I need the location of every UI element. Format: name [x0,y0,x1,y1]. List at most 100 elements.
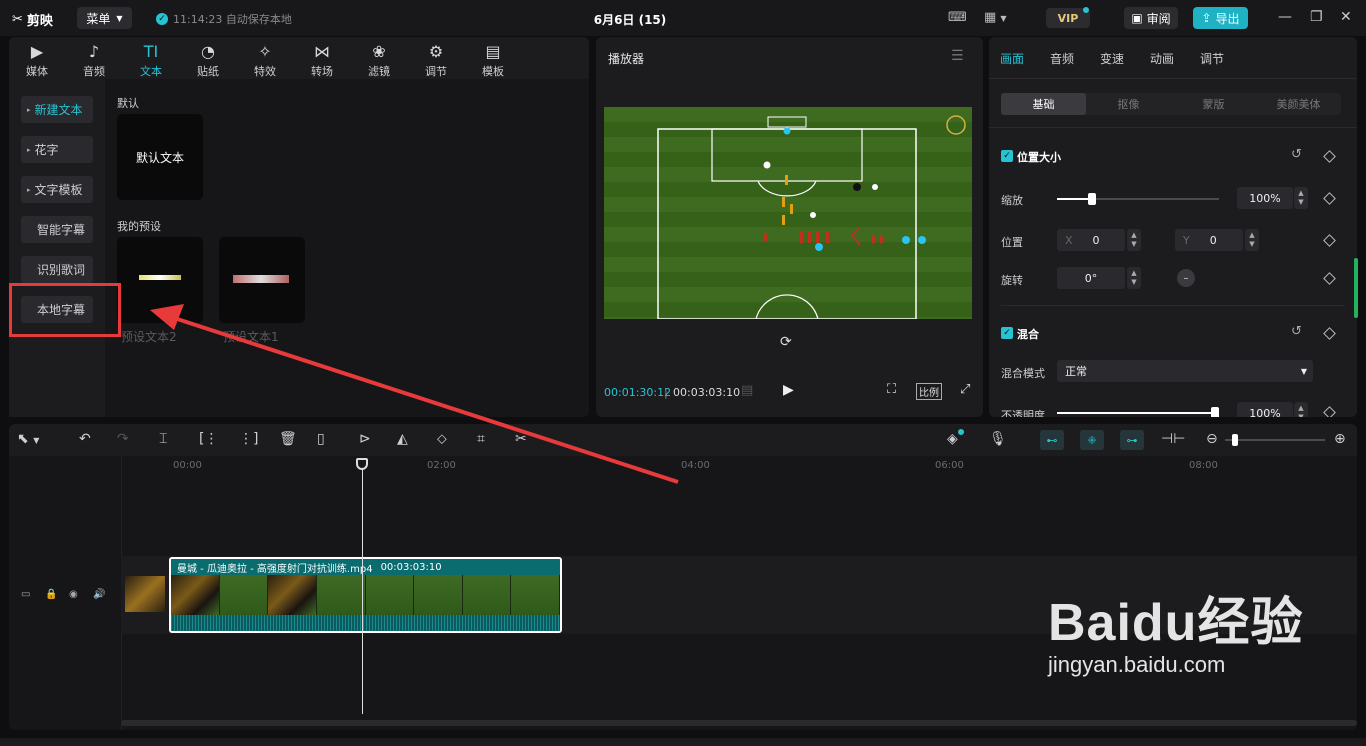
layout-icon[interactable]: ▦ ▼ [984,10,1007,25]
auto-snap-icon[interactable]: ⁜ [1080,430,1104,450]
maximize-icon[interactable]: ❐ [1310,9,1323,25]
tab-adjust[interactable]: 调节 [1200,50,1224,67]
reset-icon[interactable]: ↺ [1291,324,1302,339]
menu-lines-icon[interactable]: ☰ [951,48,964,64]
position-size-checkbox[interactable]: ✓ [1001,150,1013,162]
category-media[interactable]: ▶ 媒体 [17,41,57,79]
zoom-knob[interactable] [1232,434,1238,446]
video-preview[interactable] [604,107,972,320]
subtab-basic[interactable]: 基础 [1001,93,1086,115]
y-stepper[interactable]: ▲ ▼ [1245,229,1259,251]
magic-icon[interactable]: ◈ [947,431,958,447]
video-clip[interactable]: 曼城 - 瓜迪奥拉 - 高强度射门对抗训练.mp4 00:03:03:10 [169,557,562,633]
sidebar-new-text[interactable]: ▸ 新建文本 [21,96,93,123]
reset-icon[interactable]: ↺ [1291,147,1302,162]
playhead[interactable] [362,458,363,714]
tab-speed[interactable]: 变速 [1100,50,1124,67]
sidebar-smart-subtitle[interactable]: 智能字幕 [21,216,93,243]
undo-icon[interactable]: ↶ [79,431,91,447]
scale-slider-knob[interactable] [1088,193,1096,205]
preset-tile-1[interactable] [219,237,305,323]
category-sticker[interactable]: ◔ 贴纸 [188,41,228,79]
subtab-mask[interactable]: 蒙版 [1171,93,1256,115]
tab-video[interactable]: 画面 [1000,50,1024,67]
delete-icon[interactable]: 🗑 [279,431,297,447]
reverse-play-icon[interactable]: ⊳ [359,431,371,447]
fullscreen-icon[interactable]: ⤢ [960,382,970,397]
split-right-icon[interactable]: ⋮] [239,431,258,447]
keyframe-icon[interactable] [1323,406,1336,417]
sidebar-flower-text[interactable]: ▸ 花字 [21,136,93,163]
keyframe-icon[interactable] [1323,272,1336,285]
cover-icon[interactable]: ▭ [21,589,30,600]
blend-checkbox[interactable]: ✓ [1001,327,1013,339]
keyframe-icon[interactable] [1323,234,1336,247]
fit-icon[interactable]: ⛶ [887,382,896,397]
grid-icon[interactable]: ▤ [741,383,753,398]
close-icon[interactable]: ✕ [1340,9,1352,25]
cover-thumbnail[interactable] [125,576,165,612]
menu-button[interactable]: 菜单 ▼ [77,7,132,29]
rotate-icon[interactable]: ⬦ [437,431,447,447]
subtab-cutout[interactable]: 抠像 [1086,93,1171,115]
opacity-input[interactable]: 100% [1237,402,1293,417]
opacity-stepper[interactable]: ▲ ▼ [1294,402,1308,417]
category-template[interactable]: ▤ 模板 [473,41,513,79]
tab-animation[interactable]: 动画 [1150,50,1174,67]
play-icon[interactable]: ▶ [783,382,794,398]
sidebar-text-template[interactable]: ▸ 文字模板 [21,176,93,203]
timeline-scrollbar[interactable] [121,720,1357,726]
main-track-magnet-icon[interactable]: ⊷ [1040,430,1064,450]
minimize-icon[interactable]: — [1278,9,1292,25]
scale-stepper[interactable]: ▲ ▼ [1294,187,1308,209]
rotate-input[interactable]: 0° [1057,267,1125,289]
linkage-icon[interactable]: ⊶ [1120,430,1144,450]
split-icon[interactable]: ⌶ [159,431,167,447]
preview-axis-icon[interactable]: ⊣⊢ [1161,431,1185,447]
y-input[interactable]: Y0 [1175,229,1243,251]
export-button[interactable]: ⇪ 导出 [1193,7,1248,29]
tab-audio[interactable]: 音频 [1050,50,1074,67]
x-stepper[interactable]: ▲ ▼ [1127,229,1141,251]
zoom-out-icon[interactable]: ⊖ [1206,431,1218,447]
split-left-icon[interactable]: [⋮ [199,431,218,447]
keyframe-icon[interactable] [1323,150,1336,163]
subtab-beauty[interactable]: 美颜美体 [1256,93,1341,115]
reset-icon[interactable]: ⟳ [780,334,792,350]
category-transition[interactable]: ⋈ 转场 [302,41,342,79]
speaker-icon[interactable]: 🔊 [93,589,105,600]
eye-icon[interactable]: ◉ [69,589,78,600]
microphone-icon[interactable]: 🎙 [989,431,1007,447]
x-input[interactable]: X0 [1057,229,1125,251]
preset-tile-2[interactable] [117,237,203,323]
sidebar-lyrics[interactable]: 识别歌词 [21,256,93,283]
review-button[interactable]: ▣ 审阅 [1124,7,1178,29]
rotate-dial-icon[interactable]: – [1177,269,1195,287]
category-filter[interactable]: ❀ 滤镜 [359,41,399,79]
zoom-slider[interactable] [1225,439,1325,441]
y-value: 0 [1209,233,1217,247]
lock-icon[interactable]: 🔒 [45,589,57,600]
blend-mode-select[interactable]: 正常 ▼ [1057,360,1313,382]
opacity-slider-knob[interactable] [1211,407,1219,417]
crop-icon[interactable]: ⌗ [477,431,485,447]
playhead-handle[interactable] [356,458,368,470]
inspector-scrollbar[interactable] [1354,258,1358,318]
keyframe-icon[interactable] [1323,327,1336,340]
scale-input[interactable]: 100% [1237,187,1293,209]
zoom-in-icon[interactable]: ⊕ [1334,431,1346,447]
ratio-button[interactable]: 比例 [916,383,942,400]
mirror-icon[interactable]: ◭ [397,431,408,447]
default-text-tile[interactable]: 默认文本 [117,114,203,200]
category-adjust[interactable]: ⚙ 调节 [416,41,456,79]
smart-cut-icon[interactable]: ✂ [515,431,527,447]
keyboard-icon[interactable]: ⌨ [948,10,967,25]
redo-icon[interactable]: ↷ [117,431,129,447]
freeze-icon[interactable]: ▯ [317,431,325,447]
rotate-stepper[interactable]: ▲ ▼ [1127,267,1141,289]
category-effects[interactable]: ✧ 特效 [245,41,285,79]
category-audio[interactable]: ♪ 音频 [74,41,114,79]
select-tool-icon[interactable]: ⬉ ▼ [17,431,39,447]
category-text[interactable]: TI 文本 [131,41,171,79]
keyframe-icon[interactable] [1323,192,1336,205]
